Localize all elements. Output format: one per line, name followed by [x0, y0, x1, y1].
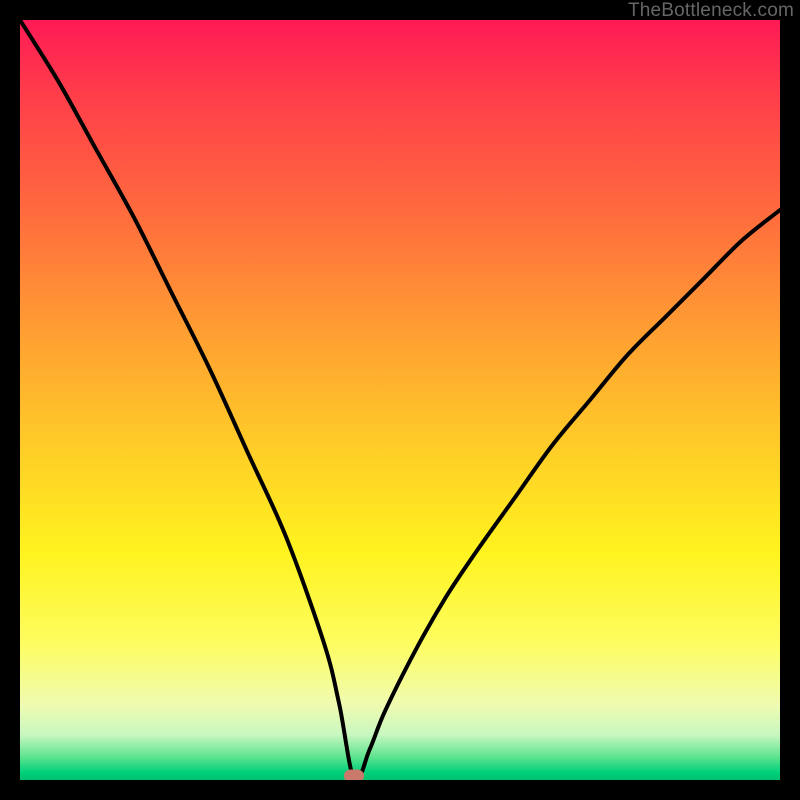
bottleneck-curve: [20, 20, 780, 780]
attribution-text: TheBottleneck.com: [628, 0, 794, 22]
plot-area: [20, 20, 780, 780]
minimum-marker: [344, 770, 364, 781]
chart-frame: TheBottleneck.com: [0, 0, 800, 800]
